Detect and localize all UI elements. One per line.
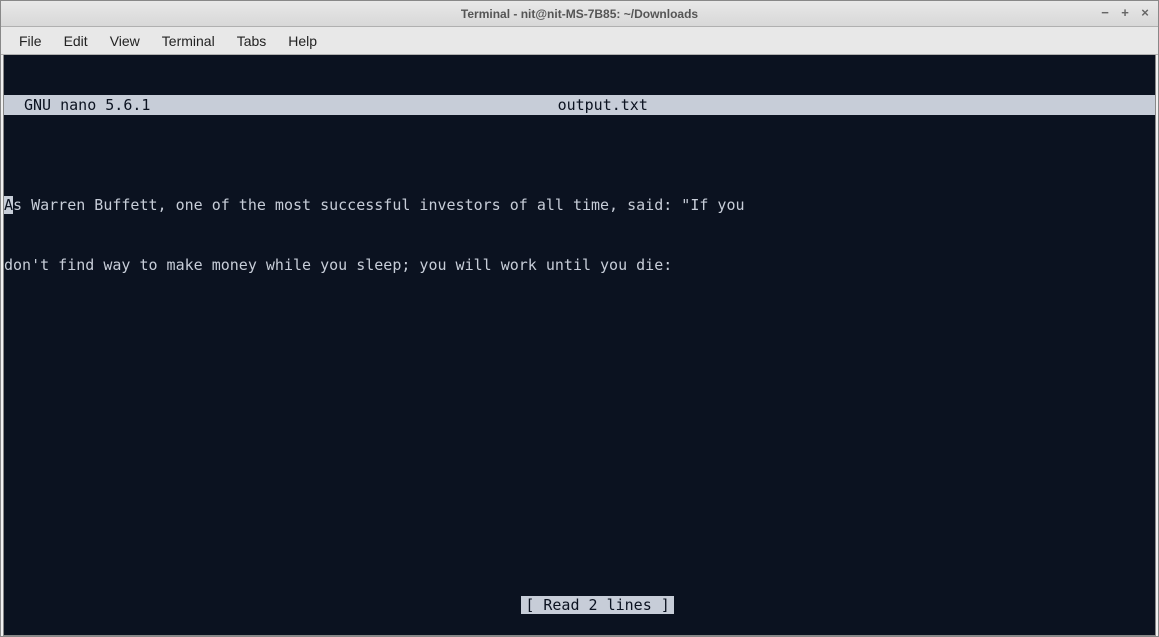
window-title: Terminal - nit@nit-MS-7B85: ~/Downloads (461, 7, 698, 21)
shortcut-label: Where Is (406, 635, 487, 636)
shortcut-cut: ^KCut (579, 635, 771, 636)
terminal-area[interactable]: GNU nano 5.6.1 output.txt As Warren Buff… (3, 55, 1156, 636)
close-button[interactable]: × (1138, 5, 1152, 19)
editor-line-1-text: s Warren Buffett, one of the most succes… (13, 196, 745, 214)
shortcut-whereis: ^WWhere Is (388, 635, 580, 636)
shortcut-row-1: ^GHelp ^OWrite Out ^WWhere Is ^KCut ^TEx… (4, 635, 1155, 636)
shortcut-label: Cut (598, 635, 634, 636)
shortcut-writeout: ^OWrite Out (196, 635, 388, 636)
shortcut-key: ^G (4, 635, 22, 636)
menu-tabs[interactable]: Tabs (227, 29, 277, 53)
editor-body[interactable]: As Warren Buffett, one of the most succe… (4, 155, 1155, 315)
menu-help[interactable]: Help (278, 29, 327, 53)
menu-file[interactable]: File (9, 29, 52, 53)
shortcut-key: ^O (196, 635, 214, 636)
maximize-button[interactable]: + (1118, 5, 1132, 19)
cursor: A (4, 196, 13, 214)
editor-line-1[interactable]: As Warren Buffett, one of the most succe… (4, 195, 1155, 215)
menu-view[interactable]: View (100, 29, 150, 53)
shortcut-help: ^GHelp (4, 635, 196, 636)
shortcut-location: ^CLocation (963, 635, 1155, 636)
shortcut-label: Help (22, 635, 67, 636)
window-titlebar: Terminal - nit@nit-MS-7B85: ~/Downloads … (1, 1, 1158, 27)
shortcut-key: ^K (579, 635, 597, 636)
shortcut-key: ^T (771, 635, 789, 636)
window-controls: − + × (1098, 5, 1152, 19)
shortcut-execute: ^TExecute (771, 635, 963, 636)
nano-shortcuts: ^GHelp ^OWrite Out ^WWhere Is ^KCut ^TEx… (4, 595, 1155, 635)
shortcut-label: Write Out (214, 635, 304, 636)
menubar: File Edit View Terminal Tabs Help (1, 27, 1158, 55)
shortcut-label: Location (981, 635, 1062, 636)
nano-header: GNU nano 5.6.1 output.txt (4, 95, 1155, 115)
nano-app-version: GNU nano 5.6.1 (4, 95, 150, 115)
shortcut-key: ^C (963, 635, 981, 636)
nano-status-bar: [ Read 2 lines ] (4, 575, 1155, 595)
shortcut-key: ^W (388, 635, 406, 636)
shortcut-label: Execute (789, 635, 861, 636)
menu-terminal[interactable]: Terminal (152, 29, 225, 53)
menu-edit[interactable]: Edit (54, 29, 98, 53)
minimize-button[interactable]: − (1098, 5, 1112, 19)
editor-line-2[interactable]: don't find way to make money while you s… (4, 255, 1155, 275)
nano-filename: output.txt (150, 95, 1155, 115)
